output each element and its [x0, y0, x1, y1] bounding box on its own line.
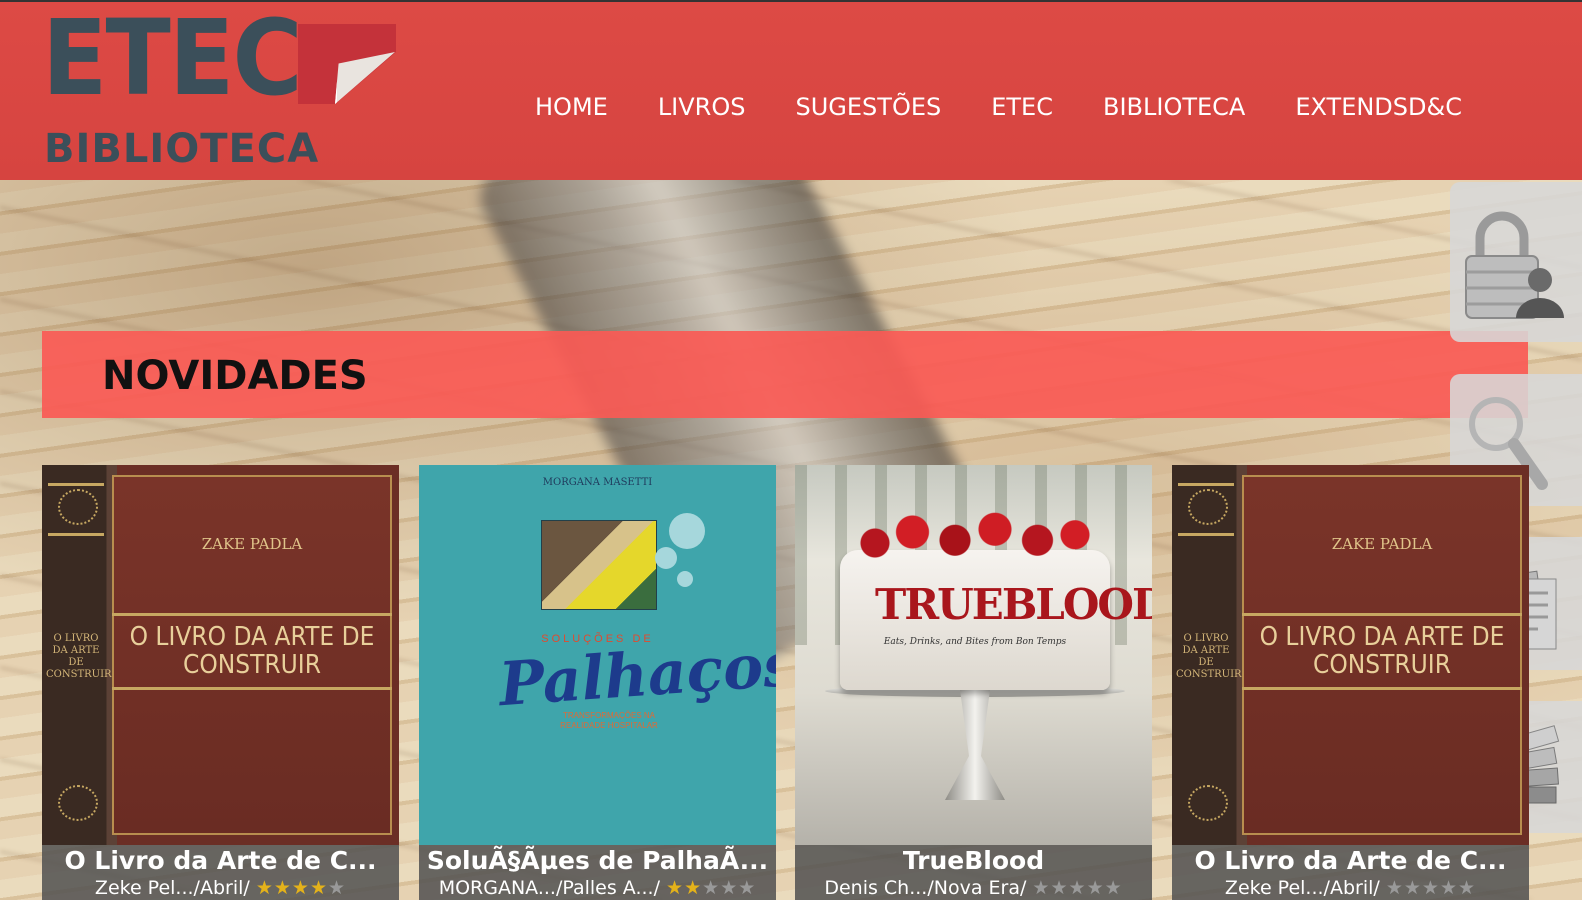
- book-author-publisher: MORGANA.../Palles A.../: [438, 877, 660, 899]
- star-icon: ★: [1385, 877, 1404, 899]
- nav-extends[interactable]: EXTENDSD&C: [1270, 90, 1487, 124]
- lock-user-icon: [1465, 211, 1564, 319]
- book-author-publisher: Zeke Pel.../Abril/: [1224, 877, 1380, 899]
- strawberries: [850, 510, 1100, 565]
- cover-title-a: TRUE: [875, 580, 1004, 629]
- star-icon: ★: [720, 877, 739, 899]
- star-rating: ★★★★★: [256, 877, 346, 899]
- cover-tagline: Eats, Drinks, and Bites from Bon Temps: [883, 637, 1067, 647]
- star-rating: ★★★★★: [1386, 877, 1476, 899]
- bubble-icon: [655, 547, 677, 569]
- spine-band: [48, 483, 104, 486]
- logo-main: ETEC: [42, 0, 303, 119]
- bubble-icon: [669, 513, 705, 549]
- login-side-button[interactable]: [1450, 182, 1582, 342]
- star-icon: ★: [255, 877, 274, 899]
- book-cover[interactable]: O LIVRO DA ARTE DE CONSTRUIR ZAKE PADLA …: [42, 465, 399, 845]
- spine-ornament-icon: [1188, 489, 1228, 525]
- cover-rule: [1242, 687, 1522, 690]
- book-caption: SoluÃ§Ãµes de PalhaÃ... MORGANA.../Palle…: [419, 845, 776, 900]
- cake-stand: [945, 690, 1005, 800]
- star-icon: ★: [1032, 877, 1051, 899]
- section-title: NOVIDADES: [102, 353, 368, 399]
- nav-sugestoes[interactable]: SUGESTÕES: [770, 90, 966, 124]
- spine-band: [1178, 533, 1234, 536]
- nav-biblioteca[interactable]: BIBLIOTECA: [1078, 90, 1270, 124]
- book-card[interactable]: MORGANA MASETTI SOLUÇÕES DE Palhaços TRA…: [419, 465, 776, 900]
- star-icon: ★: [309, 877, 329, 899]
- star-rating: ★★★★★: [1032, 877, 1122, 899]
- book-card[interactable]: TRUEBLOOD Eats, Drinks, and Bites from B…: [795, 465, 1152, 900]
- nav-home[interactable]: HOME: [510, 90, 633, 124]
- book-title[interactable]: TrueBlood: [795, 845, 1152, 877]
- book-meta: Denis Ch.../Nova Era/ ★★★★★: [795, 877, 1152, 899]
- book-caption: TrueBlood Denis Ch.../Nova Era/ ★★★★★: [795, 845, 1152, 900]
- bubble-icon: [677, 571, 693, 587]
- star-icon: ★: [1458, 877, 1477, 899]
- spine-title: O LIVRO DA ARTE DE CONSTRUIR: [1176, 633, 1242, 680]
- star-icon: ★: [1086, 877, 1105, 899]
- cover-rule: [112, 613, 392, 616]
- book-author-publisher: Denis Ch.../Nova Era/: [824, 877, 1027, 899]
- star-icon: ★: [1421, 877, 1440, 899]
- cover-title: TRUEBLOOD: [875, 580, 1152, 629]
- book-caption: O Livro da Arte de C... Zeke Pel.../Abri…: [1172, 845, 1529, 900]
- book-meta: MORGANA.../Palles A.../ ★★★★★: [419, 877, 776, 899]
- book-card[interactable]: O LIVRO DA ARTE DE CONSTRUIR ZAKE PADLA …: [42, 465, 399, 900]
- spine-ornament-icon: [58, 785, 98, 821]
- main-nav: HOME LIVROS SUGESTÕES ETEC BIBLIOTECA EX…: [510, 90, 1487, 124]
- nav-livros[interactable]: LIVROS: [633, 90, 771, 124]
- star-rating: ★★★★★: [666, 877, 756, 899]
- star-icon: ★: [1050, 877, 1069, 899]
- cover-illustration: [541, 520, 657, 610]
- book-meta: Zeke Pel.../Abril/ ★★★★★: [42, 877, 399, 899]
- spine-ornament-icon: [1188, 785, 1228, 821]
- star-icon: ★: [666, 877, 685, 899]
- book-meta: Zeke Pel.../Abril/ ★★★★★: [1172, 877, 1529, 899]
- book-cover[interactable]: TRUEBLOOD Eats, Drinks, and Bites from B…: [795, 465, 1152, 845]
- spine-band: [48, 533, 104, 536]
- book-cover[interactable]: O LIVRO DA ARTE DE CONSTRUIR ZAKE PADLA …: [1172, 465, 1529, 845]
- star-icon: ★: [738, 877, 757, 899]
- star-icon: ★: [1439, 877, 1459, 899]
- cover-author: ZAKE PADLA: [1331, 535, 1433, 553]
- book-author-publisher: Zeke Pel.../Abril/: [94, 877, 250, 899]
- logo-sub: BIBLIOTECA: [44, 126, 320, 172]
- book-title[interactable]: O Livro da Arte de C...: [42, 845, 399, 877]
- cover-rule: [112, 687, 392, 690]
- cover-title-b: BLOOD: [1001, 580, 1152, 629]
- cover-author: MORGANA MASETTI: [542, 477, 653, 488]
- star-icon: ★: [1403, 877, 1422, 899]
- star-icon: ★: [273, 877, 292, 899]
- cover-rule: [1242, 613, 1522, 616]
- nav-etec[interactable]: ETEC: [966, 90, 1078, 124]
- cover-author: ZAKE PADLA: [201, 535, 303, 553]
- spine-band: [1178, 483, 1234, 486]
- star-icon: ★: [1068, 877, 1087, 899]
- site-header: ETEC BIBLIOTECA HOME LIVROS SUGESTÕES ET…: [0, 0, 1582, 180]
- cover-title: Palhaços: [496, 629, 776, 721]
- book-title[interactable]: O Livro da Arte de C...: [1172, 845, 1529, 877]
- cover-title: O LIVRO DA ARTE DE CONSTRUIR: [1259, 622, 1505, 680]
- book-cover[interactable]: MORGANA MASETTI SOLUÇÕES DE Palhaços TRA…: [419, 465, 776, 845]
- book-title[interactable]: SoluÃ§Ãµes de PalhaÃ...: [419, 845, 776, 877]
- star-icon: ★: [1104, 877, 1123, 899]
- spine-ornament-icon: [58, 489, 98, 525]
- spine-title: O LIVRO DA ARTE DE CONSTRUIR: [46, 633, 112, 680]
- book-card[interactable]: O LIVRO DA ARTE DE CONSTRUIR ZAKE PADLA …: [1172, 465, 1529, 900]
- star-icon: ★: [291, 877, 310, 899]
- cover-title: O LIVRO DA ARTE DE CONSTRUIR: [129, 622, 375, 680]
- star-icon: ★: [702, 877, 721, 899]
- cover-subtitle: TRANSFORMAÇÕES NA REALIDADE HOSPITALAR: [560, 711, 658, 730]
- star-icon: ★: [684, 877, 703, 899]
- section-bar: NOVIDADES: [42, 331, 1528, 418]
- book-caption: O Livro da Arte de C... Zeke Pel.../Abri…: [42, 845, 399, 900]
- star-icon: ★: [328, 877, 347, 899]
